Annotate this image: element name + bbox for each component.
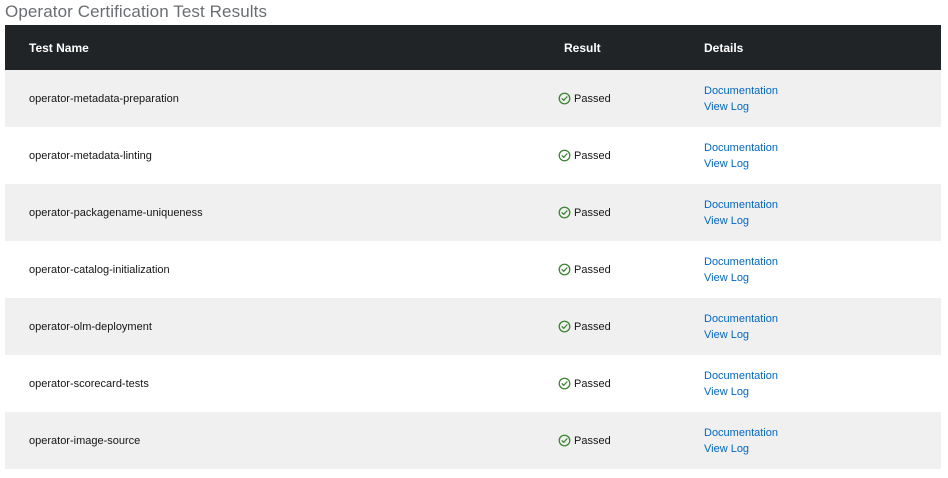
check-circle-icon	[558, 149, 571, 162]
result-status: Passed	[574, 92, 611, 105]
details-cell: Documentation View Log	[704, 425, 941, 457]
check-circle-icon	[558, 377, 571, 390]
table-row: operator-metadata-preparation Passed Doc…	[5, 70, 941, 127]
check-circle-icon	[558, 434, 571, 447]
view-log-link[interactable]: View Log	[704, 384, 941, 400]
result-status: Passed	[574, 434, 611, 447]
test-name: operator-packagename-uniqueness	[29, 206, 203, 219]
table-header: Test Name Result Details	[5, 25, 941, 70]
result-cell: Passed	[558, 377, 704, 390]
view-log-link[interactable]: View Log	[704, 327, 941, 343]
details-cell: Documentation View Log	[704, 83, 941, 115]
test-name: operator-metadata-preparation	[29, 92, 179, 105]
view-log-link[interactable]: View Log	[704, 441, 941, 457]
view-log-link[interactable]: View Log	[704, 99, 941, 115]
view-log-link[interactable]: View Log	[704, 270, 941, 286]
documentation-link[interactable]: Documentation	[704, 254, 941, 270]
result-status: Passed	[574, 206, 611, 219]
table-row: operator-olm-deployment Passed Documenta…	[5, 298, 941, 355]
result-cell: Passed	[558, 263, 704, 276]
result-status: Passed	[574, 149, 611, 162]
test-name: operator-image-source	[29, 434, 141, 447]
result-cell: Passed	[558, 149, 704, 162]
documentation-link[interactable]: Documentation	[704, 140, 941, 156]
test-name: operator-olm-deployment	[29, 320, 152, 333]
test-name: operator-catalog-initialization	[29, 263, 170, 276]
check-circle-icon	[558, 206, 571, 219]
check-circle-icon	[558, 320, 571, 333]
header-test-name: Test Name	[29, 40, 89, 55]
page-title: Operator Certification Test Results	[5, 2, 268, 21]
page: Operator Certification Test Results Test…	[0, 0, 948, 478]
table-row: operator-packagename-uniqueness Passed D…	[5, 184, 941, 241]
header-result: Result	[564, 40, 601, 55]
view-log-link[interactable]: View Log	[704, 213, 941, 229]
result-status: Passed	[574, 377, 611, 390]
header-details: Details	[704, 40, 744, 55]
details-cell: Documentation View Log	[704, 197, 941, 229]
check-circle-icon	[558, 92, 571, 105]
result-cell: Passed	[558, 92, 704, 105]
result-cell: Passed	[558, 320, 704, 333]
details-cell: Documentation View Log	[704, 368, 941, 400]
result-cell: Passed	[558, 206, 704, 219]
result-status: Passed	[574, 320, 611, 333]
result-cell: Passed	[558, 434, 704, 447]
test-name: operator-metadata-linting	[29, 149, 152, 162]
documentation-link[interactable]: Documentation	[704, 425, 941, 441]
table-row: operator-metadata-linting Passed Documen…	[5, 127, 941, 184]
test-results-table: Test Name Result Details operator-metada…	[5, 25, 941, 469]
table-row: operator-scorecard-tests Passed Document…	[5, 355, 941, 412]
details-cell: Documentation View Log	[704, 254, 941, 286]
details-cell: Documentation View Log	[704, 311, 941, 343]
documentation-link[interactable]: Documentation	[704, 83, 941, 99]
documentation-link[interactable]: Documentation	[704, 197, 941, 213]
table-row: operator-catalog-initialization Passed D…	[5, 241, 941, 298]
test-name: operator-scorecard-tests	[29, 377, 149, 390]
view-log-link[interactable]: View Log	[704, 156, 941, 172]
details-cell: Documentation View Log	[704, 140, 941, 172]
documentation-link[interactable]: Documentation	[704, 311, 941, 327]
check-circle-icon	[558, 263, 571, 276]
documentation-link[interactable]: Documentation	[704, 368, 941, 384]
table-row: operator-image-source Passed Documentati…	[5, 412, 941, 469]
result-status: Passed	[574, 263, 611, 276]
